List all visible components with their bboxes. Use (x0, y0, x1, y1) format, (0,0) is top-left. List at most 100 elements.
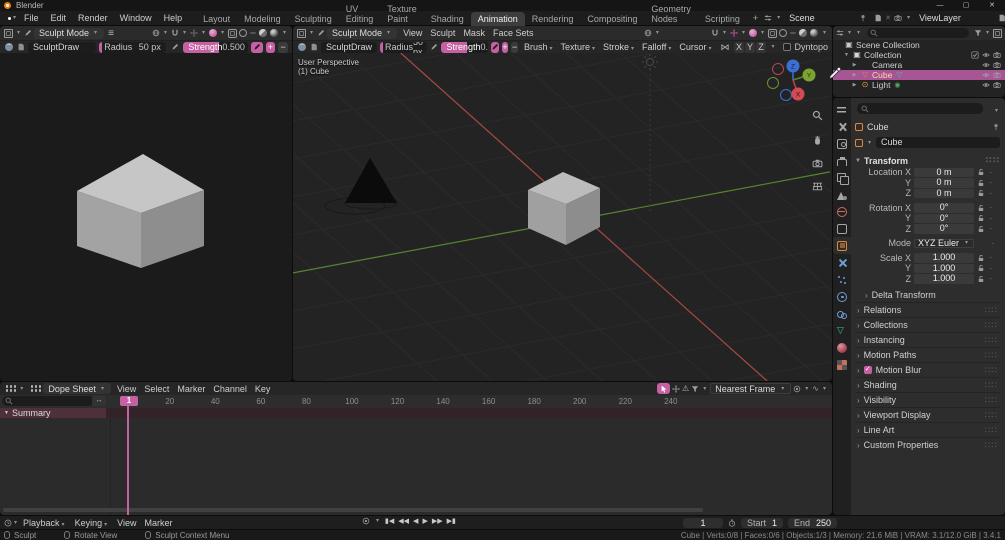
auto-key-record-icon[interactable] (362, 517, 370, 525)
current-frame-field[interactable]: 1 (683, 517, 723, 528)
transform-value-field[interactable]: 1.000 (914, 252, 974, 263)
radius-pressure-icon[interactable] (430, 42, 438, 53)
dope-menu-item[interactable]: Select (140, 384, 173, 394)
properties-editor-type-icon[interactable] (833, 101, 851, 118)
dope-mode-dropdown[interactable]: Dope Sheet ▾ (43, 383, 111, 394)
lock-icon[interactable] (977, 225, 985, 233)
snap-dropdown[interactable]: Nearest Frame ▾ (710, 383, 792, 394)
menu-item[interactable]: File (18, 13, 45, 23)
expand-toggle[interactable]: ▶ (851, 72, 858, 78)
proportional-edit-icon[interactable] (190, 29, 198, 37)
viewlayer-selector[interactable]: ViewLayer (915, 12, 996, 24)
orientation-caret[interactable]: ▾ (164, 30, 167, 36)
right-viewport-canvas[interactable]: Z Y X (293, 53, 832, 381)
rotation-mode-dropdown[interactable]: XYZ Euler ▾ (914, 238, 974, 248)
editor-type-icon[interactable] (4, 28, 13, 38)
strength-pressure-icon[interactable] (490, 41, 499, 53)
workspace-tab[interactable]: UV Editing (339, 2, 381, 26)
current-frame-badge[interactable]: 1 (120, 396, 138, 406)
transform-panel-header[interactable]: ▼ Transform ∷∷ (855, 154, 1000, 167)
snap-magnet-icon[interactable] (171, 29, 179, 37)
animate-dot[interactable]: · (990, 239, 996, 248)
timeline-editor-caret[interactable]: ▾ (14, 520, 17, 526)
falloff-icon[interactable] (748, 29, 757, 37)
summary-expand-icon[interactable]: ▼ (4, 410, 9, 416)
outliner-editor-caret[interactable]: ▾ (848, 30, 851, 36)
properties-tab[interactable] (833, 339, 851, 356)
channel-search-input[interactable] (2, 396, 94, 406)
scene-caret[interactable]: ▾ (777, 15, 780, 21)
proportional-caret[interactable]: ▾ (742, 30, 745, 36)
auto-key-caret[interactable]: ▾ (376, 518, 379, 524)
easing-icon[interactable]: ∿ (812, 384, 819, 393)
properties-filter-caret[interactable]: ▾ (995, 108, 998, 114)
shading-wireframe-icon[interactable] (778, 29, 787, 37)
outliner-editor-icon[interactable] (836, 29, 844, 37)
collapsed-panel[interactable]: › ✓ Instancing ∷∷ (855, 332, 1000, 347)
outliner-row[interactable]: ▶ Camera (833, 60, 1005, 70)
jump-to-start-button[interactable]: ▮◀ (385, 517, 394, 525)
editor-type-caret[interactable]: ▾ (20, 386, 23, 392)
shading-solid-active[interactable] (249, 32, 256, 34)
snap-magnet-icon[interactable] (711, 29, 719, 37)
panel-drag-handle[interactable]: ∷∷ (985, 320, 998, 331)
delta-transform-panel[interactable]: › Delta Transform (855, 288, 1000, 302)
lock-icon[interactable] (977, 168, 985, 176)
panel-drag-handle[interactable]: ∷∷ (985, 335, 998, 346)
menu-item[interactable]: Help (158, 13, 189, 23)
shading-material-icon[interactable] (258, 29, 267, 37)
render-visibility-icon[interactable] (993, 61, 1001, 69)
strength-increase-button[interactable]: + (501, 41, 509, 53)
collapsed-panel[interactable]: › ✓ Motion Blur ∷∷ (855, 362, 1000, 377)
unlink-scene-icon[interactable]: ✕ (885, 14, 891, 22)
proportional-keys-icon[interactable] (793, 385, 801, 393)
properties-tab[interactable] (833, 271, 851, 288)
animate-dot[interactable]: · (988, 264, 994, 273)
collapsed-panel[interactable]: › ✓ Motion Paths ∷∷ (855, 347, 1000, 362)
dope-menu-item[interactable]: Channel (209, 384, 251, 394)
panel-drag-handle[interactable]: ∷∷ (985, 305, 998, 316)
workspace-tab[interactable]: Scripting (698, 12, 747, 26)
panel-drag-handle[interactable]: ∷∷ (985, 380, 998, 391)
expand-channels-button[interactable]: ↔ (92, 396, 106, 406)
viewport-menu-item[interactable]: Face Sets (489, 28, 538, 38)
properties-tab[interactable] (833, 186, 851, 203)
transform-value-field[interactable]: 0 m (914, 177, 974, 188)
orientation-globe-icon[interactable] (152, 29, 160, 37)
collapsed-panel[interactable]: › ✓ Collections ∷∷ (855, 317, 1000, 332)
blender-menu-caret[interactable]: ▾ (13, 15, 16, 21)
properties-tab[interactable] (833, 169, 851, 186)
object-name-caret[interactable]: ▾ (868, 140, 871, 146)
properties-tab[interactable] (833, 254, 851, 271)
radius-slider[interactable]: Radius 50 px (380, 41, 428, 53)
animate-dot[interactable]: · (988, 168, 994, 177)
play-button[interactable]: ▶ (422, 517, 427, 525)
dope-menu-item[interactable]: View (113, 384, 140, 394)
transform-value-field[interactable]: 0 m (914, 188, 974, 198)
panel-drag-handle[interactable]: ∷∷ (985, 440, 998, 451)
brush-panel-dropdown[interactable]: Falloff ▾ (639, 42, 676, 52)
collapsed-panel[interactable]: › ✓ Line Art ∷∷ (855, 422, 1000, 437)
shading-material-icon[interactable] (798, 29, 807, 37)
strength-pressure-icon[interactable] (251, 41, 263, 53)
render-visibility-icon[interactable] (993, 51, 1001, 59)
radius-slider[interactable]: Radius 50 px (99, 41, 166, 53)
outliner-row[interactable]: ▼ Collection (833, 50, 1005, 60)
timeline-menu-item[interactable]: Keying ▾ (71, 518, 114, 528)
animate-dot[interactable]: · (988, 189, 994, 198)
playhead[interactable] (127, 406, 129, 515)
animate-dot[interactable]: · (988, 253, 994, 262)
close-button[interactable]: ✕ (979, 0, 1005, 11)
dope-filter-icon[interactable] (691, 385, 699, 393)
strength-increase-button[interactable]: + (265, 41, 276, 53)
properties-tab[interactable] (833, 356, 851, 373)
brush-name-field[interactable]: SculptDraw (28, 41, 97, 53)
collapsed-panel[interactable]: › ✓ Custom Properties ∷∷ (855, 437, 1000, 452)
minimize-button[interactable]: — (927, 0, 953, 11)
lock-icon[interactable] (977, 275, 985, 283)
brush-panel-dropdown[interactable]: Texture ▾ (557, 42, 600, 52)
add-workspace-button[interactable]: + (747, 13, 764, 23)
brush-icon[interactable] (297, 42, 307, 52)
panel-drag-handle[interactable]: ∷∷ (985, 410, 998, 421)
properties-tab[interactable] (833, 135, 851, 152)
